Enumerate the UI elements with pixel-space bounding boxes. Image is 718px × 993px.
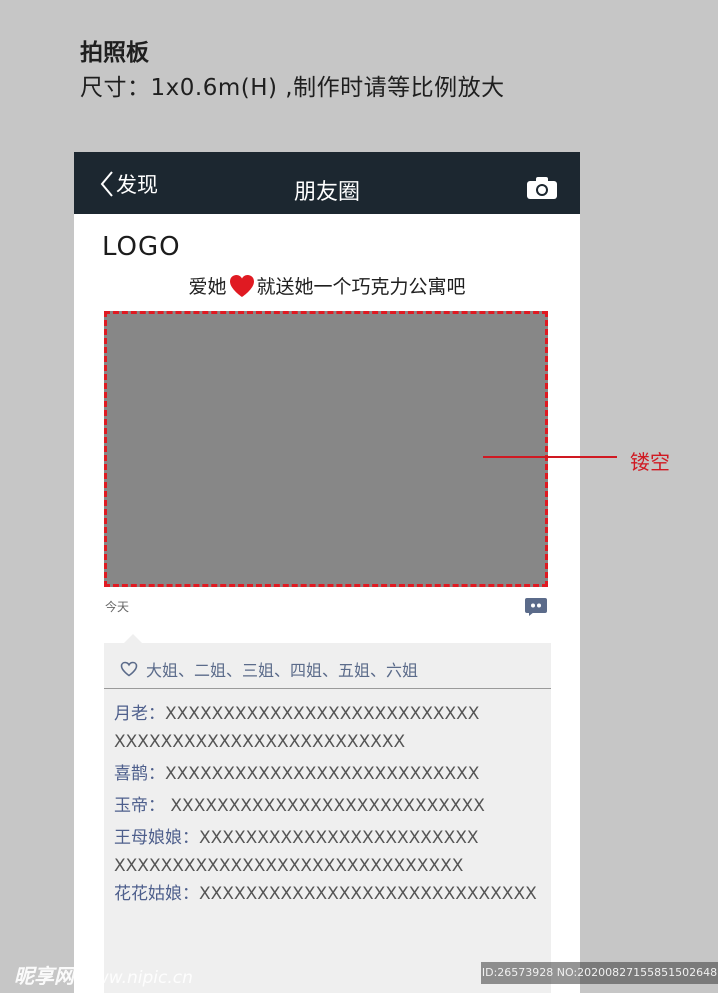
watermark-site: www.nipic.cn — [80, 968, 193, 988]
page-subtitle: 尺寸：1x0.6m(H) ,制作时请等比例放大 — [80, 75, 505, 101]
comment-text: XXXXXXXXXXXXXXXXXXXXXXXXXXX — [165, 704, 480, 724]
slogan: 爱她 就送她一个巧克力公寓吧 — [74, 272, 580, 299]
likes-row: 大姐、二姐、三姐、四姐、五姐、六姐 — [120, 657, 418, 681]
comment-item: 喜鹊：XXXXXXXXXXXXXXXXXXXXXXXXXXX — [114, 760, 554, 788]
slogan-part-2: 就送她一个巧克力公寓吧 — [256, 276, 466, 298]
commenter-name[interactable]: 王母娘娘： — [114, 828, 199, 848]
slogan-part-1: 爱她 — [188, 276, 227, 298]
comment-continuation: XXXXXXXXXXXXXXXXXXXXXXXXXXXXXX — [114, 852, 554, 880]
comment-item: 玉帝： XXXXXXXXXXXXXXXXXXXXXXXXXXX — [114, 792, 554, 820]
comment-text: XXXXXXXXXXXXXXXXXXXXXXXXXXXXX — [199, 884, 537, 904]
comment-text: XXXXXXXXXXXXXXXXXXXXXXXXXXX — [165, 796, 485, 816]
watermark-logo: 昵享网 www.nipic.cn — [14, 960, 193, 989]
annotation-line — [483, 456, 617, 458]
navbar: 发现 朋友圈 — [74, 152, 580, 214]
comments-arrow — [124, 634, 142, 643]
comment-continuation: XXXXXXXXXXXXXXXXXXXXXXXXX — [114, 728, 554, 756]
comment-text: XXXXXXXXXXXXXXXXXXXXXXXX — [199, 828, 479, 848]
watermark-id: ID:26573928 NO:20200827155851502648 — [481, 962, 718, 984]
commenter-name[interactable]: 花花姑娘： — [114, 884, 199, 904]
photo-cutout-area — [104, 311, 548, 587]
comment-icon[interactable] — [524, 597, 548, 617]
post-time: 今天 — [105, 600, 130, 614]
phone-screen: 发现 朋友圈 LOGO 爱她 就送她一个巧克力公寓吧 今天 大姐、二姐、三姐、四 — [74, 152, 580, 993]
likes-names: 大姐、二姐、三姐、四姐、五姐、六姐 — [146, 661, 419, 680]
commenter-name[interactable]: 玉帝： — [114, 796, 165, 816]
comment-item: 王母娘娘：XXXXXXXXXXXXXXXXXXXXXXXX — [114, 824, 554, 852]
comment-item: 月老：XXXXXXXXXXXXXXXXXXXXXXXXXXX — [114, 700, 554, 728]
divider — [104, 688, 551, 689]
commenter-name[interactable]: 月老： — [114, 704, 165, 724]
comment-text: XXXXXXXXXXXXXXXXXXXXXXXXX — [114, 732, 406, 752]
heart-icon — [229, 274, 254, 297]
commenter-name[interactable]: 喜鹊： — [114, 764, 165, 784]
heart-outline-icon — [120, 661, 138, 677]
comment-list: 月老：XXXXXXXXXXXXXXXXXXXXXXXXXXX XXXXXXXXX… — [114, 700, 554, 908]
comment-text: XXXXXXXXXXXXXXXXXXXXXXXXXXX — [165, 764, 480, 784]
page-title: 拍照板 — [80, 40, 149, 66]
watermark-brand: 昵享网 — [14, 964, 74, 988]
comments-panel: 大姐、二姐、三姐、四姐、五姐、六姐 月老：XXXXXXXXXXXXXXXXXXX… — [104, 634, 554, 993]
nav-title: 朋友圈 — [293, 180, 360, 205]
camera-icon[interactable] — [526, 176, 558, 200]
logo-text: LOGO — [102, 232, 181, 262]
annotation-label: 镂空 — [630, 450, 670, 474]
comment-item: 花花姑娘：XXXXXXXXXXXXXXXXXXXXXXXXXXXXX — [114, 880, 554, 908]
comment-text: XXXXXXXXXXXXXXXXXXXXXXXXXXXXXX — [114, 856, 464, 876]
